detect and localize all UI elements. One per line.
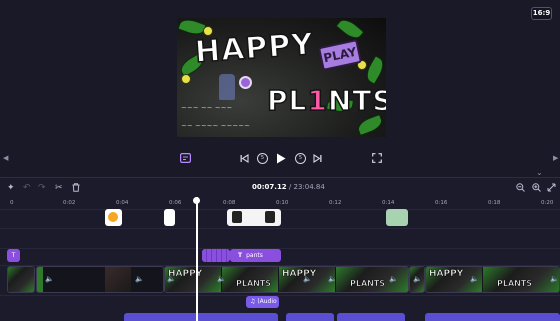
- video-title-plants: PL1NTS: [266, 83, 386, 118]
- ruler-tick: 0:14: [382, 200, 395, 206]
- audio-clip[interactable]: ♫ (Audio: [246, 296, 279, 308]
- forward-5-icon[interactable]: 5: [295, 152, 306, 164]
- sticker-clip[interactable]: [386, 209, 408, 226]
- zoom-out-icon[interactable]: [516, 183, 525, 195]
- video-thumbnail: [105, 267, 131, 292]
- music-icon: ♫: [250, 298, 256, 305]
- chevron-down-icon[interactable]: ⌄: [536, 168, 543, 177]
- ruler-tick: 0:04: [116, 200, 129, 206]
- chevron-right-icon[interactable]: ▶: [553, 154, 558, 162]
- video-clip-happy-plants[interactable]: HAPPY PLANTS: [425, 266, 560, 293]
- video-thumbnail: [8, 267, 34, 292]
- audio-clip[interactable]: [425, 313, 560, 321]
- ruler-tick: 0:16: [435, 200, 448, 206]
- video-clip[interactable]: [36, 266, 164, 293]
- video-thumbnail: PLANTS: [222, 267, 278, 292]
- skip-back-icon[interactable]: [240, 152, 249, 164]
- ruler-tick: 0:10: [276, 200, 289, 206]
- sticker-clip[interactable]: [164, 209, 175, 226]
- speaker-icon[interactable]: 🔈: [217, 275, 226, 283]
- sticker-thumbnail: [232, 211, 242, 223]
- sticker-clip[interactable]: [105, 209, 122, 226]
- text-clip-pants[interactable]: Tpants: [230, 249, 281, 262]
- captions-icon[interactable]: [180, 152, 191, 164]
- speaker-icon[interactable]: 🔈: [135, 275, 144, 283]
- playhead-handle[interactable]: [193, 197, 200, 204]
- video-thumbnail: [37, 267, 43, 292]
- audio-clip-label: (Audio: [257, 298, 277, 305]
- purple-flower-decoration: [239, 76, 252, 89]
- thumb-text: PLANTS: [236, 279, 272, 289]
- timecode-display: 00:07.12 / 23:04.84: [252, 183, 325, 191]
- video-editor: 16:9 HAPPY PLAY PL1NTS ~~~ ~~ ~~~ ~~ ~~~…: [0, 0, 560, 321]
- playhead[interactable]: [196, 197, 198, 321]
- speaker-icon[interactable]: 🔈: [45, 275, 54, 283]
- video-thumbnail: PLANTS: [483, 267, 559, 292]
- split-icon[interactable]: ✂: [55, 183, 63, 193]
- text-type-icon: T: [11, 252, 16, 259]
- ruler-tick: 0: [10, 200, 14, 206]
- video-clip[interactable]: [7, 266, 35, 293]
- delete-icon[interactable]: [72, 183, 80, 195]
- ruler-tick: 0:02: [63, 200, 76, 206]
- audio-clip[interactable]: [337, 313, 405, 321]
- audio-track: [0, 295, 560, 311]
- rewind-5-icon[interactable]: 5: [257, 152, 268, 164]
- ruler-tick: 0:08: [223, 200, 236, 206]
- flower-decoration: [181, 74, 191, 84]
- text-clip-group[interactable]: [202, 249, 230, 262]
- sticker-thumbnail: [108, 212, 118, 222]
- handwriting-scribble: ~~ ~~~~ ~~~~~: [181, 122, 250, 130]
- sticker-thumbnail: [265, 211, 275, 223]
- speaker-icon[interactable]: 🔈: [413, 275, 422, 283]
- speaker-icon[interactable]: 🔈: [303, 275, 312, 283]
- text-clip-label: pants: [246, 252, 263, 259]
- time-ruler[interactable]: 0 0:02 0:04 0:06 0:08 0:10 0:12 0:14 0:1…: [0, 197, 560, 209]
- preview-panel: 16:9 HAPPY PLAY PL1NTS ~~~ ~~ ~~~ ~~ ~~~…: [0, 0, 560, 177]
- speaker-icon[interactable]: 🔈: [328, 275, 337, 283]
- redo-icon[interactable]: ↷: [38, 183, 46, 193]
- magic-icon[interactable]: ✦: [7, 183, 15, 193]
- speaker-icon[interactable]: 🔈: [389, 275, 398, 283]
- audio-clip[interactable]: [124, 313, 278, 321]
- timeline-toolbar: ✦ ↶ ↷ ✂ 00:07.12 / 23:04.84: [0, 177, 560, 197]
- ruler-tick: 0:20: [541, 200, 554, 206]
- skip-forward-icon[interactable]: [313, 152, 322, 164]
- thumb-text: HAPPY: [429, 269, 464, 280]
- timeline[interactable]: 0 0:02 0:04 0:06 0:08 0:10 0:12 0:14 0:1…: [0, 197, 560, 321]
- play-icon[interactable]: [276, 152, 286, 164]
- speaker-icon[interactable]: 🔈: [470, 275, 479, 283]
- video-preview[interactable]: HAPPY PLAY PL1NTS ~~~ ~~ ~~~ ~~ ~~~~ ~~~…: [177, 18, 386, 137]
- speaker-icon[interactable]: 🔈: [167, 275, 176, 283]
- sticker-clip[interactable]: [227, 209, 281, 226]
- thumb-text: PLANTS: [497, 279, 533, 289]
- aspect-ratio-button[interactable]: 16:9: [531, 7, 552, 20]
- speaker-icon[interactable]: 🔈: [550, 275, 559, 283]
- empty-track: [0, 228, 560, 248]
- video-clip-happy-plants[interactable]: HAPPY PLANTS HAPPY PLANTS: [164, 266, 409, 293]
- handwriting-scribble: ~~~ ~~ ~~~: [181, 104, 233, 112]
- ruler-tick: 0:18: [488, 200, 501, 206]
- undo-icon[interactable]: ↶: [23, 183, 31, 193]
- text-type-icon: T: [238, 252, 243, 259]
- fit-timeline-icon[interactable]: [547, 183, 556, 195]
- audio-clip[interactable]: [286, 313, 334, 321]
- current-time: 00:07.12: [252, 183, 287, 191]
- character-figure: [219, 74, 235, 100]
- text-clip[interactable]: T: [7, 249, 20, 262]
- fullscreen-icon[interactable]: [372, 152, 382, 164]
- ruler-tick: 0:12: [329, 200, 342, 206]
- zoom-in-icon[interactable]: [532, 183, 541, 195]
- total-time: 23:04.84: [293, 183, 325, 191]
- ruler-tick: 0:06: [169, 200, 182, 206]
- time-separator: /: [286, 183, 294, 191]
- chevron-left-icon[interactable]: ◀: [3, 154, 8, 162]
- thumb-text: PLANTS: [350, 279, 386, 289]
